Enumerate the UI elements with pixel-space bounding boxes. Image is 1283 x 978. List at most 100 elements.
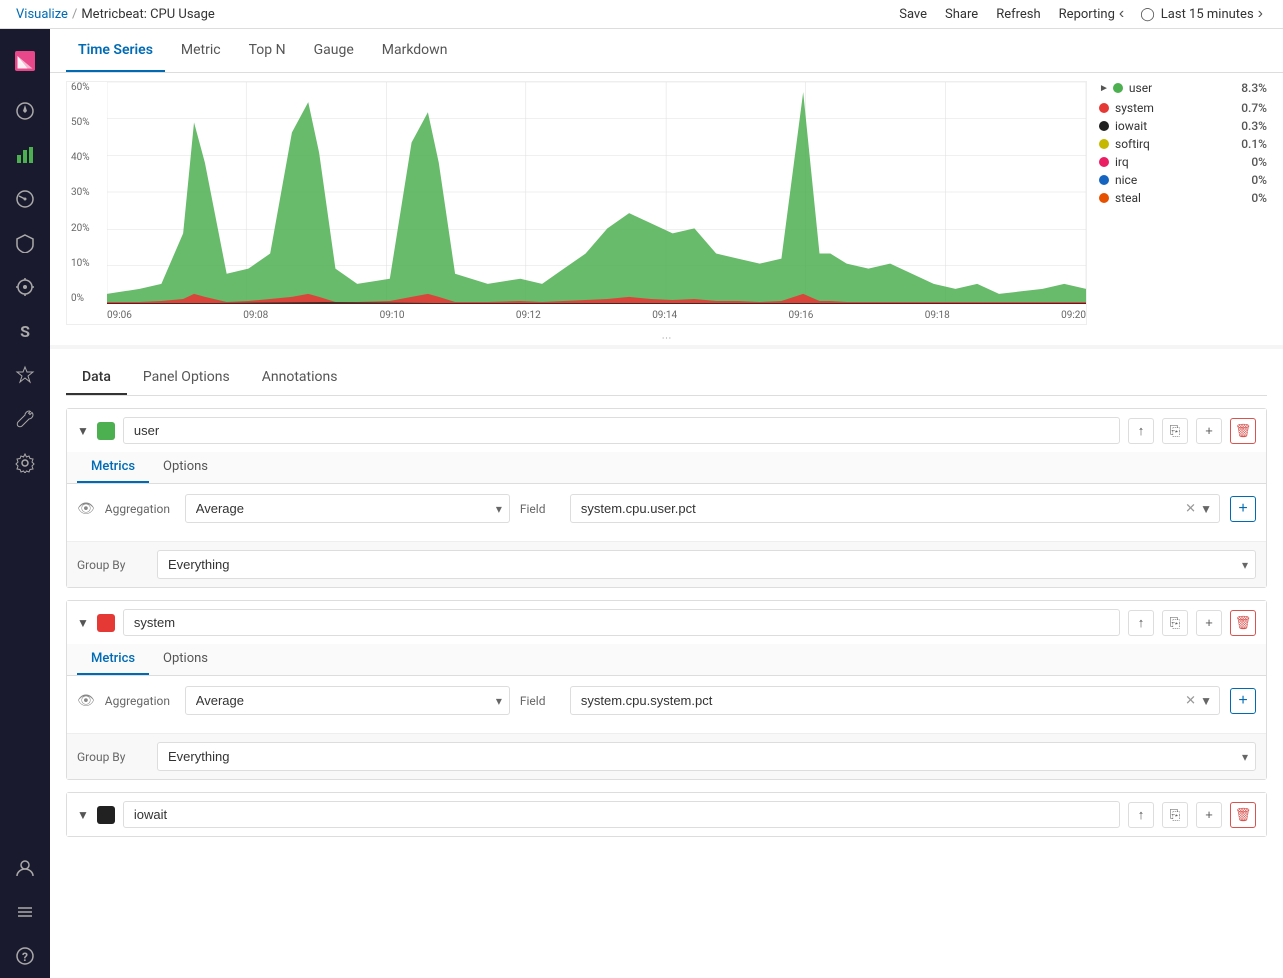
tab-markdown[interactable]: Markdown bbox=[370, 30, 460, 72]
series-user-visibility-icon[interactable]: 👁 bbox=[77, 501, 95, 517]
x-label-0910: 09:10 bbox=[380, 310, 405, 321]
series-system-aggregation-select[interactable]: Average Sum Min Max Count bbox=[185, 686, 510, 715]
breadcrumb-visualize[interactable]: Visualize bbox=[16, 7, 68, 22]
tab-gauge[interactable]: Gauge bbox=[302, 30, 366, 72]
sidebar-item-shield[interactable] bbox=[0, 221, 50, 265]
tab-time-series[interactable]: Time Series bbox=[66, 30, 165, 72]
time-range-next-button[interactable]: › bbox=[1254, 5, 1267, 23]
tab-top-n[interactable]: Top N bbox=[237, 30, 298, 72]
series-user-aggregation-select[interactable]: Average Sum Min Max Count bbox=[185, 494, 510, 523]
legend-steal-dot bbox=[1099, 193, 1109, 203]
series-user-field-clear-icon[interactable]: ✕ bbox=[1185, 501, 1196, 516]
series-iowait-chevron[interactable]: ▼ bbox=[77, 808, 89, 822]
series-system-field-input[interactable] bbox=[570, 686, 1220, 715]
series-user-color[interactable] bbox=[97, 422, 115, 440]
series-iowait-block: ▼ ↑ ⎘ + 🗑 bbox=[66, 792, 1267, 837]
sidebar-item-dashboard[interactable] bbox=[0, 177, 50, 221]
series-iowait-copy-button[interactable]: ⎘ bbox=[1162, 802, 1188, 828]
legend-nice-name: nice bbox=[1115, 173, 1251, 187]
series-system-field-wrapper: ✕ ▼ bbox=[570, 686, 1220, 715]
reporting-button[interactable]: Reporting bbox=[1059, 7, 1115, 22]
legend-system-item[interactable]: system 0.7% bbox=[1099, 101, 1267, 115]
time-range-prev-button[interactable]: ‹ bbox=[1115, 5, 1128, 23]
refresh-button[interactable]: Refresh bbox=[996, 7, 1040, 22]
panel-tab-data[interactable]: Data bbox=[66, 361, 127, 395]
time-range-label[interactable]: Last 15 minutes bbox=[1161, 7, 1254, 22]
series-system-delete-button[interactable]: 🗑 bbox=[1230, 610, 1256, 636]
wrench-icon bbox=[15, 409, 35, 429]
series-user-delete-button[interactable]: 🗑 bbox=[1230, 418, 1256, 444]
sidebar-logo[interactable] bbox=[0, 37, 50, 85]
legend-nice-item[interactable]: nice 0% bbox=[1099, 173, 1267, 187]
series-iowait-move-up-button[interactable]: ↑ bbox=[1128, 802, 1154, 828]
panel-tab-annotations[interactable]: Annotations bbox=[246, 361, 354, 395]
legend-chevron-icon: ► bbox=[1099, 83, 1109, 94]
series-system-tab-metrics[interactable]: Metrics bbox=[77, 644, 149, 675]
series-system-group-by-select[interactable]: Everything Terms Filters bbox=[157, 742, 1256, 771]
series-user-metric-row: 👁 Aggregation Average Sum Min Max Count … bbox=[77, 494, 1256, 523]
clock-icon: ◯ bbox=[1140, 7, 1155, 22]
series-user-group-by-select[interactable]: Everything Terms Filters bbox=[157, 550, 1256, 579]
time-range[interactable]: ◯ Last 15 minutes bbox=[1140, 7, 1253, 22]
series-system-move-up-button[interactable]: ↑ bbox=[1128, 610, 1154, 636]
legend-user-row[interactable]: ► user 8.3% bbox=[1099, 81, 1267, 95]
series-user-inner-tabs: Metrics Options bbox=[67, 452, 1266, 484]
series-user-move-up-button[interactable]: ↑ bbox=[1128, 418, 1154, 444]
series-iowait-delete-button[interactable]: 🗑 bbox=[1230, 802, 1256, 828]
series-user-add-metric-button[interactable]: + bbox=[1230, 496, 1256, 522]
x-label-0912: 09:12 bbox=[516, 310, 541, 321]
gear-icon bbox=[15, 453, 35, 473]
panel-tab-panel-options[interactable]: Panel Options bbox=[127, 361, 246, 395]
sidebar-item-star[interactable] bbox=[0, 353, 50, 397]
legend-iowait-item[interactable]: iowait 0.3% bbox=[1099, 119, 1267, 133]
series-iowait-color[interactable] bbox=[97, 806, 115, 824]
series-user-add-button[interactable]: + bbox=[1196, 418, 1222, 444]
series-user-field-arrow-icon[interactable]: ▼ bbox=[1200, 502, 1212, 516]
series-system-add-metric-button[interactable]: + bbox=[1230, 688, 1256, 714]
series-container: ▼ ↑ ⎘ + 🗑 Metrics Options 👁 Aggregation bbox=[50, 408, 1283, 837]
series-system-field-clear-icon[interactable]: ✕ bbox=[1185, 693, 1196, 708]
sidebar-item-discover[interactable] bbox=[0, 89, 50, 133]
sidebar-item-list[interactable] bbox=[0, 890, 50, 934]
series-user-tab-options[interactable]: Options bbox=[149, 452, 222, 483]
sidebar-item-devtools[interactable] bbox=[0, 265, 50, 309]
series-system-copy-button[interactable]: ⎘ bbox=[1162, 610, 1188, 636]
series-system-aggregation-label: Aggregation bbox=[105, 694, 175, 708]
y-label-10: 10% bbox=[71, 258, 103, 269]
series-system-chevron[interactable]: ▼ bbox=[77, 616, 89, 630]
series-system-visibility-icon[interactable]: 👁 bbox=[77, 693, 95, 709]
sidebar-item-help[interactable]: ? bbox=[0, 934, 50, 978]
series-system-tab-options[interactable]: Options bbox=[149, 644, 222, 675]
series-system-color[interactable] bbox=[97, 614, 115, 632]
series-user-tab-metrics[interactable]: Metrics bbox=[77, 452, 149, 483]
dashboard-icon bbox=[15, 189, 35, 209]
legend-softirq-item[interactable]: softirq 0.1% bbox=[1099, 137, 1267, 151]
series-system-aggregation-wrapper: Average Sum Min Max Count bbox=[185, 686, 510, 715]
share-button[interactable]: Share bbox=[945, 7, 978, 22]
series-user-name-input[interactable] bbox=[123, 417, 1120, 444]
legend-steal-item[interactable]: steal 0% bbox=[1099, 191, 1267, 205]
series-system-field-arrow-icon[interactable]: ▼ bbox=[1200, 694, 1212, 708]
save-button[interactable]: Save bbox=[899, 7, 927, 22]
series-user-copy-button[interactable]: ⎘ bbox=[1162, 418, 1188, 444]
series-iowait-header: ▼ ↑ ⎘ + 🗑 bbox=[67, 793, 1266, 836]
series-system-name-input[interactable] bbox=[123, 609, 1120, 636]
resize-handle[interactable]: ⋯ bbox=[50, 333, 1283, 345]
sidebar-item-user[interactable] bbox=[0, 846, 50, 890]
series-system-add-button[interactable]: + bbox=[1196, 610, 1222, 636]
series-iowait-name-input[interactable] bbox=[123, 801, 1120, 828]
legend-softirq-value: 0.1% bbox=[1241, 137, 1267, 151]
legend-steal-name: steal bbox=[1115, 191, 1251, 205]
series-iowait-add-button[interactable]: + bbox=[1196, 802, 1222, 828]
sidebar-item-s[interactable]: S bbox=[0, 309, 50, 353]
sidebar-item-wrench[interactable] bbox=[0, 397, 50, 441]
series-user-field-input[interactable] bbox=[570, 494, 1220, 523]
x-label-0914: 09:14 bbox=[652, 310, 677, 321]
series-user-chevron[interactable]: ▼ bbox=[77, 424, 89, 438]
tab-metric[interactable]: Metric bbox=[169, 30, 233, 72]
legend-irq-item[interactable]: irq 0% bbox=[1099, 155, 1267, 169]
y-label-40: 40% bbox=[71, 152, 103, 163]
sidebar-item-settings[interactable] bbox=[0, 441, 50, 485]
sidebar-item-visualize[interactable] bbox=[0, 133, 50, 177]
series-user-metrics: 👁 Aggregation Average Sum Min Max Count … bbox=[67, 484, 1266, 541]
